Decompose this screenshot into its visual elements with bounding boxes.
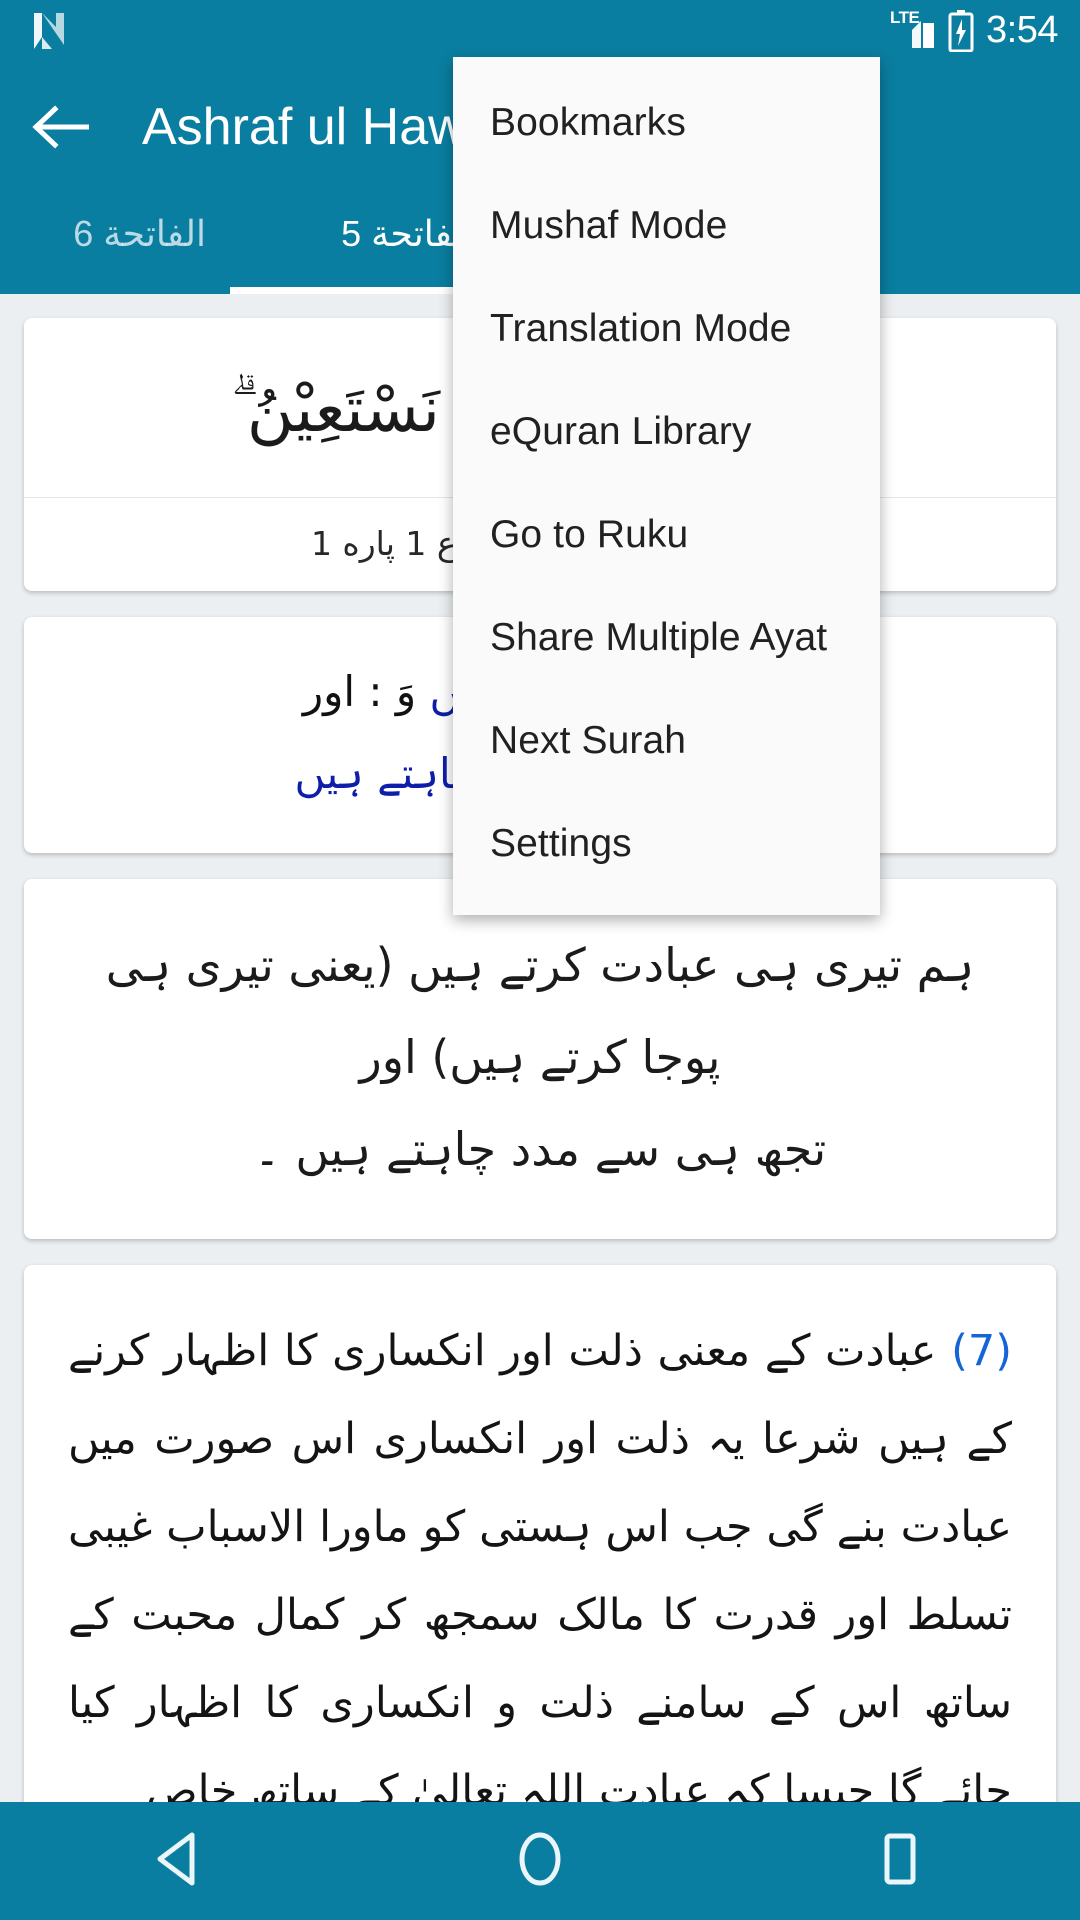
nav-recents-square-icon — [876, 1830, 924, 1893]
tafsir-card[interactable]: (7) عبادت کے معنی ذلت اور انکساری کا اظہ… — [24, 1264, 1056, 1802]
menu-item-share-multiple-ayat[interactable]: Share Multiple Ayat — [453, 586, 880, 689]
menu-item-translation-mode[interactable]: Translation Mode — [453, 277, 880, 380]
nav-home-circle-icon — [514, 1830, 566, 1893]
back-arrow-icon — [31, 104, 89, 150]
status-bar: LTE 3:54 — [0, 0, 1080, 62]
nav-home-button[interactable] — [460, 1802, 620, 1920]
menu-item-settings[interactable]: Settings — [453, 792, 880, 895]
tafsir-number: (7) — [951, 1325, 1012, 1376]
tafsir-body: عبادت کے معنی ذلت اور انکساری کا اظہار ک… — [68, 1325, 1012, 1802]
menu-item-next-surah[interactable]: Next Surah — [453, 689, 880, 792]
status-bar-left — [32, 11, 66, 51]
back-button[interactable] — [0, 62, 120, 192]
overflow-menu[interactable]: Bookmarks Mushaf Mode Translation Mode e… — [453, 57, 880, 915]
translation-text: ہم تیری ہی عبادت کرتے ہیں (یعنی تیری ہی … — [24, 879, 1056, 1239]
status-bar-clock: 3:54 — [986, 9, 1058, 51]
menu-item-equran-library[interactable]: eQuran Library — [453, 380, 880, 483]
nav-back-button[interactable] — [100, 1802, 260, 1920]
battery-charging-icon — [948, 10, 974, 52]
tab-al-fatiha-6[interactable]: الفاتحة 6 — [0, 192, 230, 294]
nav-recents-button[interactable] — [820, 1802, 980, 1920]
nav-back-triangle-icon — [152, 1830, 208, 1893]
menu-item-mushaf-mode[interactable]: Mushaf Mode — [453, 174, 880, 277]
translation-line-1: ہم تیری ہی عبادت کرتے ہیں (یعنی تیری ہی … — [105, 937, 975, 1084]
translation-line-2: تجھ ہی سے مدد چاہتے ہیں ۔ — [253, 1121, 827, 1176]
system-navigation-bar[interactable] — [0, 1802, 1080, 1920]
android-n-logo-icon — [32, 11, 66, 51]
translation-card[interactable]: ہم تیری ہی عبادت کرتے ہیں (یعنی تیری ہی … — [24, 878, 1056, 1239]
status-bar-right: LTE 3:54 — [890, 9, 1058, 52]
menu-item-go-to-ruku[interactable]: Go to Ruku — [453, 483, 880, 586]
signal-bars-icon: LTE — [890, 9, 936, 51]
tafsir-text: (7) عبادت کے معنی ذلت اور انکساری کا اظہ… — [24, 1265, 1056, 1802]
wbw-line-1-separator: وَ : اور — [302, 666, 430, 716]
app-screen: LTE 3:54 Ashraf ul Hawas الفاتحة 6 الفات… — [0, 0, 1080, 1920]
menu-item-bookmarks[interactable]: Bookmarks — [453, 71, 880, 174]
